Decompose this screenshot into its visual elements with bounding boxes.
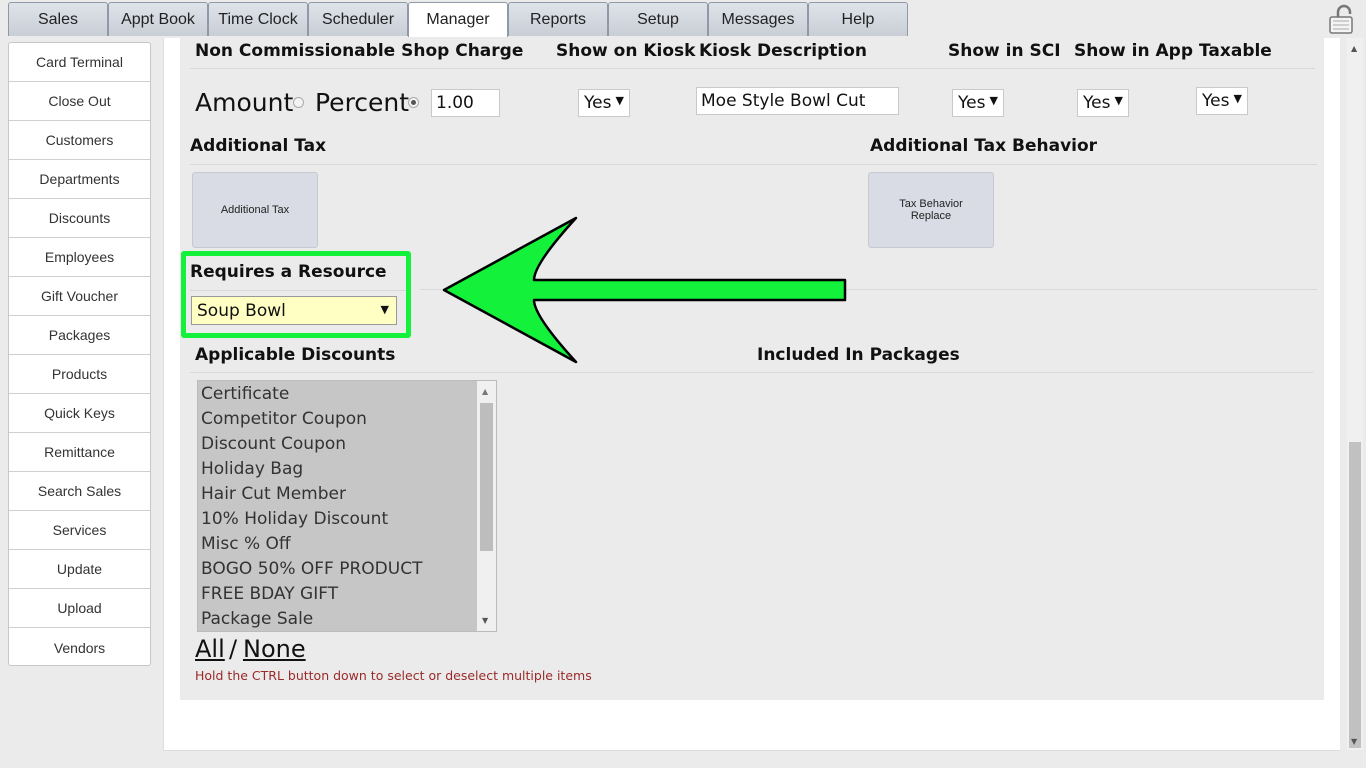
additional-tax-button[interactable]: Additional Tax bbox=[192, 172, 318, 248]
green-arrow-annotation bbox=[442, 216, 847, 364]
tax-behavior-button[interactable]: Tax Behavior Replace bbox=[868, 172, 994, 248]
discounts-listbox[interactable]: Certificate Competitor Coupon Discount C… bbox=[197, 380, 497, 632]
show-in-app-header: Show in App bbox=[1074, 41, 1193, 61]
list-item[interactable]: FREE BDAY GIFT bbox=[198, 582, 496, 607]
top-tab-bar: Sales Appt Book Time Clock Scheduler Man… bbox=[0, 0, 1366, 38]
scroll-down-icon[interactable]: ▼ bbox=[1351, 737, 1357, 746]
show-in-app-select[interactable]: Yes ▼ bbox=[1077, 89, 1129, 117]
taxable-select[interactable]: Yes ▼ bbox=[1196, 87, 1248, 115]
taxable-header: Taxable bbox=[1199, 41, 1272, 61]
sidebar-item-departments[interactable]: Departments bbox=[9, 160, 150, 199]
list-item[interactable]: 10% Holiday Discount bbox=[198, 507, 496, 532]
divider bbox=[190, 164, 1317, 165]
page-scroll-thumb[interactable] bbox=[1349, 442, 1361, 748]
show-in-sci-value: Yes bbox=[958, 93, 986, 113]
list-item[interactable]: Competitor Coupon bbox=[198, 407, 496, 432]
sidebar-item-customers[interactable]: Customers bbox=[9, 121, 150, 160]
resource-select[interactable]: Soup Bowl ▼ bbox=[191, 296, 397, 325]
link-separator: / bbox=[229, 635, 238, 663]
caret-down-icon: ▼ bbox=[380, 303, 389, 316]
sidebar-item-employees[interactable]: Employees bbox=[9, 238, 150, 277]
additional-tax-behavior-header: Additional Tax Behavior bbox=[870, 136, 1098, 156]
list-item[interactable]: Holiday Bag bbox=[198, 457, 496, 482]
tab-messages[interactable]: Messages bbox=[708, 2, 808, 36]
tab-help[interactable]: Help bbox=[808, 2, 908, 36]
select-none-link[interactable]: None bbox=[243, 635, 306, 663]
caret-down-icon: ▼ bbox=[989, 94, 998, 107]
tax-behavior-line1: Tax Behavior bbox=[899, 198, 963, 210]
list-item[interactable]: Hair Cut Member bbox=[198, 482, 496, 507]
list-item[interactable]: BOGO 50% OFF PRODUCT bbox=[198, 557, 496, 582]
applicable-discounts-header: Applicable Discounts bbox=[195, 345, 396, 365]
requires-resource-header: Requires a Resource bbox=[190, 262, 387, 282]
show-on-kiosk-select[interactable]: Yes ▼ bbox=[578, 89, 630, 117]
scroll-up-icon[interactable]: ▲ bbox=[482, 387, 488, 396]
scroll-down-icon[interactable]: ▼ bbox=[482, 616, 488, 625]
multi-select-hint: Hold the CTRL button down to select or d… bbox=[195, 668, 592, 683]
show-in-app-value: Yes bbox=[1083, 93, 1111, 113]
sidebar-item-remittance[interactable]: Remittance bbox=[9, 433, 150, 472]
sidebar-item-upload[interactable]: Upload bbox=[9, 589, 150, 628]
tab-manager[interactable]: Manager bbox=[408, 2, 508, 37]
additional-tax-header: Additional Tax bbox=[190, 136, 327, 156]
sidebar-item-quick-keys[interactable]: Quick Keys bbox=[9, 394, 150, 433]
resource-value: Soup Bowl bbox=[197, 301, 286, 321]
tab-reports[interactable]: Reports bbox=[508, 2, 608, 36]
tab-sales[interactable]: Sales bbox=[8, 2, 108, 36]
list-item[interactable]: Certificate bbox=[198, 382, 496, 407]
non-commissionable-header: Non Commissionable Shop Charge bbox=[195, 41, 524, 61]
manager-sidebar: Card Terminal Close Out Customers Depart… bbox=[8, 42, 151, 666]
show-on-kiosk-value: Yes bbox=[584, 93, 612, 113]
sidebar-item-card-terminal[interactable]: Card Terminal bbox=[9, 43, 150, 82]
divider bbox=[190, 372, 1313, 373]
amount-label: Amount bbox=[195, 88, 294, 117]
list-item[interactable]: Misc % Off bbox=[198, 532, 496, 557]
percent-label: Percent bbox=[315, 88, 410, 117]
sidebar-item-gift-voucher[interactable]: Gift Voucher bbox=[9, 277, 150, 316]
sidebar-item-discounts[interactable]: Discounts bbox=[9, 199, 150, 238]
sidebar-item-update[interactable]: Update bbox=[9, 550, 150, 589]
unlocked-padlock-icon[interactable] bbox=[1328, 4, 1358, 34]
sidebar-item-products[interactable]: Products bbox=[9, 355, 150, 394]
list-item[interactable]: Package Sale bbox=[198, 607, 496, 631]
select-all-link[interactable]: All bbox=[195, 635, 225, 663]
tab-setup[interactable]: Setup bbox=[608, 2, 708, 36]
list-item[interactable]: Discount Coupon bbox=[198, 432, 496, 457]
discounts-options: Certificate Competitor Coupon Discount C… bbox=[198, 381, 496, 631]
amount-radio[interactable] bbox=[293, 97, 304, 108]
divider bbox=[190, 68, 1315, 69]
divider bbox=[190, 290, 406, 291]
show-on-kiosk-header: Show on Kiosk bbox=[556, 41, 696, 61]
scroll-up-icon[interactable]: ▲ bbox=[1351, 44, 1357, 53]
sidebar-item-packages[interactable]: Packages bbox=[9, 316, 150, 355]
caret-down-icon: ▼ bbox=[1114, 94, 1123, 107]
charge-value-input[interactable]: 1.00 bbox=[431, 89, 500, 117]
discounts-scrollbar[interactable]: ▲ ▼ bbox=[477, 381, 496, 631]
tax-behavior-line2: Replace bbox=[910, 210, 952, 222]
kiosk-description-header: Kiosk Description bbox=[699, 41, 867, 61]
percent-radio[interactable] bbox=[408, 97, 419, 108]
sidebar-item-vendors[interactable]: Vendors bbox=[9, 628, 150, 667]
caret-down-icon: ▼ bbox=[1233, 92, 1242, 105]
main-panel: Non Commissionable Shop Charge Show on K… bbox=[163, 38, 1340, 751]
sidebar-item-search-sales[interactable]: Search Sales bbox=[9, 472, 150, 511]
caret-down-icon: ▼ bbox=[615, 94, 624, 107]
tab-time-clock[interactable]: Time Clock bbox=[208, 2, 308, 36]
tab-scheduler[interactable]: Scheduler bbox=[308, 2, 408, 36]
included-in-packages-header: Included In Packages bbox=[757, 345, 960, 365]
service-edit-form: Non Commissionable Shop Charge Show on K… bbox=[180, 38, 1324, 700]
show-in-sci-header: Show in SCI bbox=[948, 41, 1061, 61]
sidebar-item-close-out[interactable]: Close Out bbox=[9, 82, 150, 121]
discounts-scroll-thumb[interactable] bbox=[480, 403, 493, 551]
taxable-value: Yes bbox=[1202, 91, 1230, 111]
page-scrollbar[interactable]: ▲ ▼ bbox=[1347, 38, 1363, 750]
kiosk-description-input[interactable]: Moe Style Bowl Cut bbox=[696, 87, 899, 115]
tab-appt-book[interactable]: Appt Book bbox=[108, 2, 208, 36]
sidebar-item-services[interactable]: Services bbox=[9, 511, 150, 550]
show-in-sci-select[interactable]: Yes ▼ bbox=[952, 89, 1004, 117]
